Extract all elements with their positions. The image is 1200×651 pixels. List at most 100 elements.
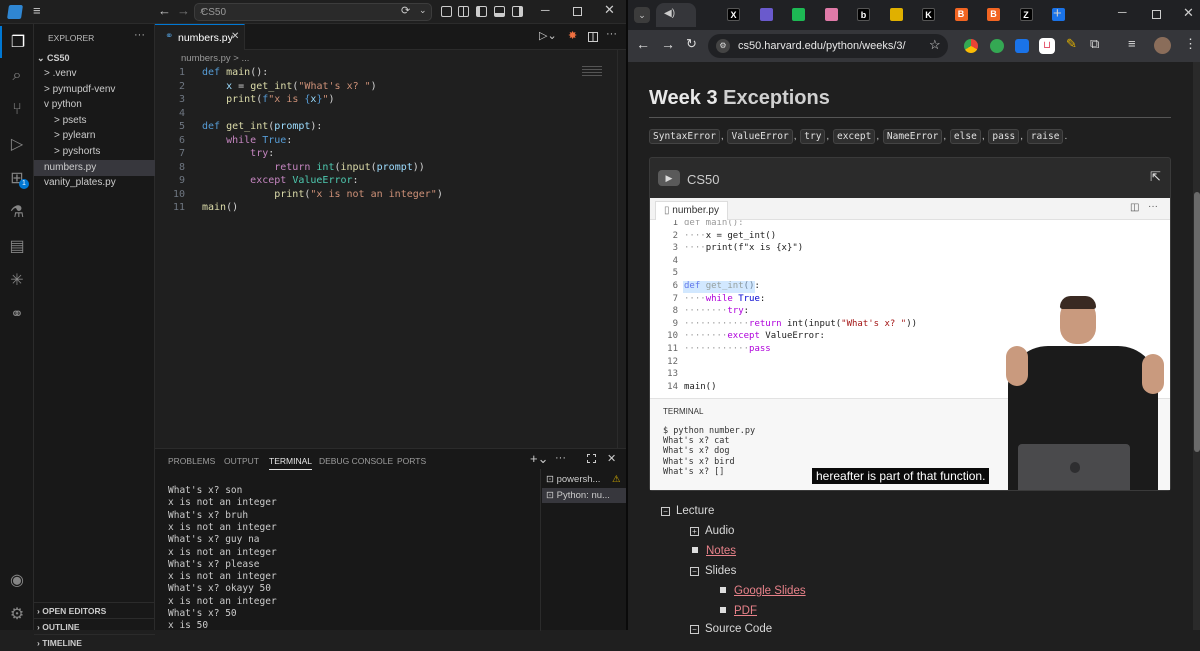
explorer-icon[interactable]: ❐ xyxy=(0,26,34,58)
remote-explorer-icon[interactable]: ▤ xyxy=(0,230,34,262)
slides-item[interactable]: − Slides xyxy=(690,565,736,577)
new-terminal-icon[interactable]: +⌄ xyxy=(530,451,548,467)
tree-item[interactable]: v python xyxy=(34,97,155,113)
pinned-tab-icon[interactable]: b xyxy=(857,8,870,21)
bookmark-star-icon[interactable]: ☆ xyxy=(929,37,941,53)
pinned-tab-icon[interactable]: X xyxy=(727,8,740,21)
split-editor-icon[interactable] xyxy=(588,32,598,42)
forward-icon[interactable]: → xyxy=(661,36,675,52)
toggle-secondary-sidebar-icon[interactable] xyxy=(512,6,523,17)
panel-more-icon[interactable]: ··· xyxy=(555,452,566,464)
terminal-item-powershell[interactable]: ⊡ powersh... ⚠ xyxy=(546,474,626,485)
tree-item[interactable]: numbers.py xyxy=(34,159,155,176)
pinned-tab-icon[interactable]: B xyxy=(987,8,1000,21)
pinned-tab-icon[interactable] xyxy=(824,8,838,21)
extensions-icon[interactable]: ⊞ 1 xyxy=(0,162,34,194)
scrollbar-thumb[interactable] xyxy=(1194,192,1200,452)
tab-close-icon[interactable]: ✕ xyxy=(231,31,239,42)
back-arrow-icon[interactable]: ← xyxy=(158,3,171,18)
extension-green-icon[interactable] xyxy=(990,39,1004,53)
outline-section[interactable]: › OUTLINE xyxy=(34,618,155,634)
address-bar[interactable]: ⚙ cs50.harvard.edu/python/weeks/3/ ☆ xyxy=(708,34,948,58)
command-center-search[interactable]: ⌕ CS50 ⟳ ⌄ xyxy=(194,3,432,21)
timeline-section[interactable]: › TIMELINE xyxy=(34,634,155,650)
toggle-panel-icon[interactable] xyxy=(494,6,505,17)
editor-scrollbar[interactable] xyxy=(617,50,626,448)
maximize-panel-icon[interactable] xyxy=(587,454,596,463)
chevron-down-icon[interactable]: ⌄ xyxy=(419,5,427,16)
youtube-play-icon[interactable]: ▶ xyxy=(658,170,680,186)
profile-avatar[interactable] xyxy=(1154,37,1171,54)
search-icon[interactable]: ⌕ xyxy=(0,60,34,92)
testing-icon[interactable]: ⚗ xyxy=(0,196,34,228)
site-info-icon[interactable]: ⚙ xyxy=(716,39,730,53)
settings-gear-icon[interactable]: ⚙ xyxy=(0,598,34,630)
tree-item[interactable]: > .venv xyxy=(34,66,155,82)
tree-item[interactable]: vanity_plates.py xyxy=(34,175,155,191)
source-control-icon[interactable]: ⑂ xyxy=(0,94,34,126)
tab-search-icon[interactable]: ⌄ xyxy=(634,7,650,23)
minimize-icon[interactable]: ─ xyxy=(1118,5,1127,19)
more-actions-icon[interactable]: ··· xyxy=(134,29,145,41)
lecture-item[interactable]: − Lecture xyxy=(661,505,714,517)
copilot-spark-icon[interactable]: ✸ xyxy=(568,29,577,42)
terminal-output[interactable]: What's x? son x is not an integer What's x… xyxy=(155,485,540,631)
open-external-icon[interactable]: ⇱ xyxy=(1150,169,1161,185)
google-slides-link[interactable]: Google Slides xyxy=(734,585,806,597)
back-icon[interactable]: ← xyxy=(636,36,650,52)
copilot-icon[interactable]: ⟳ xyxy=(401,4,410,17)
editor-more-icon[interactable]: ··· xyxy=(606,28,617,40)
source-code-item[interactable]: − Source Code xyxy=(690,623,772,635)
editor-tab[interactable]: ⚭ numbers.py ✕ xyxy=(155,24,245,50)
tree-item[interactable]: > pylearn xyxy=(34,128,155,144)
pinned-tab-icon[interactable] xyxy=(792,8,805,21)
python-icon[interactable]: ⚭ xyxy=(0,298,34,330)
close-panel-icon[interactable]: ✕ xyxy=(607,452,616,465)
panel-tab[interactable]: PORTS xyxy=(397,456,426,469)
maximize-icon[interactable] xyxy=(1152,10,1161,19)
pinned-tab-icon[interactable]: B xyxy=(954,8,968,21)
code-editor[interactable]: 1 def main(): 2 x = get_int("What's x? ") 3… xyxy=(155,66,595,226)
layout-icon[interactable] xyxy=(441,6,452,17)
video-channel[interactable]: CS50 xyxy=(687,172,720,187)
toggle-sidebar-icon[interactable] xyxy=(476,6,487,17)
extensions-puzzle-icon[interactable]: ⧉ xyxy=(1090,36,1099,52)
pinned-tab-icon[interactable] xyxy=(889,8,903,21)
tree-item[interactable]: > pymupdf-venv xyxy=(34,82,155,98)
open-editors-section[interactable]: › OPEN EDITORS xyxy=(34,602,155,618)
copilot-sparkle-icon[interactable]: ✳ xyxy=(0,264,34,296)
new-tab-icon[interactable]: + xyxy=(1053,5,1062,22)
account-icon[interactable]: ◉ xyxy=(0,564,34,596)
page-scrollbar[interactable] xyxy=(1193,62,1200,630)
extension-pen-icon[interactable]: ✎ xyxy=(1066,36,1077,52)
notes-link[interactable]: Notes xyxy=(706,545,736,557)
breadcrumb[interactable]: numbers.py > ... xyxy=(181,53,249,64)
pinned-tab-icon[interactable]: Z xyxy=(1019,8,1033,21)
pinned-tab-icon[interactable] xyxy=(759,8,773,21)
tree-item[interactable]: > psets xyxy=(34,113,155,129)
layout-grid-icon[interactable] xyxy=(458,6,469,17)
pdf-link[interactable]: PDF xyxy=(734,605,757,617)
panel-tab[interactable]: DEBUG CONSOLE xyxy=(319,456,393,469)
minimize-icon[interactable]: ─ xyxy=(541,3,550,17)
audio-tab[interactable]: ◀) xyxy=(656,3,696,27)
maximize-icon[interactable] xyxy=(573,7,582,16)
close-icon[interactable]: ✕ xyxy=(604,2,615,18)
panel-tab[interactable]: PROBLEMS xyxy=(168,456,215,469)
video-frame[interactable]: ▯ number.py ◫ ··· 1 def main(): 2 ····x = g… xyxy=(650,198,1170,490)
project-root[interactable]: ⌄ CS50 xyxy=(34,50,155,66)
forward-arrow-icon[interactable]: → xyxy=(177,3,190,18)
tree-item[interactable]: > pyshorts xyxy=(34,144,155,160)
terminal-item-python[interactable]: ⊡ Python: nu... xyxy=(542,488,627,503)
extension-chrome-icon[interactable] xyxy=(964,39,978,53)
panel-tab[interactable]: OUTPUT xyxy=(224,456,259,469)
audio-item[interactable]: + Audio xyxy=(690,525,734,537)
panel-tab[interactable]: TERMINAL xyxy=(269,456,312,470)
media-control-icon[interactable]: ≡ xyxy=(1128,36,1136,51)
reload-icon[interactable]: ↻ xyxy=(686,36,697,52)
close-icon[interactable]: ✕ xyxy=(1183,5,1194,21)
run-icon[interactable]: ▷⌄ xyxy=(539,29,557,42)
run-debug-icon[interactable]: ▷ xyxy=(0,128,34,160)
menu-icon[interactable]: ≡ xyxy=(33,3,41,18)
pinned-tab-icon[interactable]: K xyxy=(922,8,935,21)
